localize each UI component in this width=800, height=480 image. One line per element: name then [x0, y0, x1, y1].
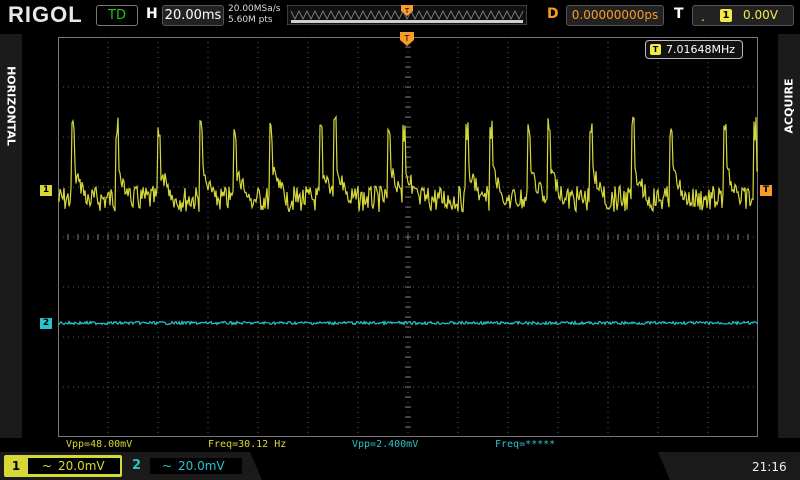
- trigger-source-badge: 1: [720, 9, 732, 22]
- trigger-level-marker[interactable]: T: [760, 185, 772, 196]
- trigger-position-marker-label: T: [404, 34, 410, 43]
- trigger-info[interactable]: ˰ 1 0.00V: [692, 5, 794, 26]
- sample-rate: 20.00MSa/s: [228, 4, 281, 14]
- waveform-display[interactable]: [58, 37, 758, 437]
- run-state-indicator[interactable]: TD: [96, 5, 138, 26]
- ch2-status[interactable]: 2 ~ 20.0mV: [126, 455, 246, 477]
- memory-bar[interactable]: T: [287, 5, 527, 25]
- memory-depth: 5.60M pts: [228, 15, 273, 25]
- timebase-value[interactable]: 20.00ms: [162, 5, 224, 26]
- horizontal-label: H: [146, 6, 158, 22]
- ch2-freq-measurement: Freq=*****: [495, 439, 556, 450]
- counter-icon: T: [650, 44, 661, 55]
- ch1-vpp-measurement: Vpp=48.00mV: [66, 439, 133, 450]
- status-bar-divider: [250, 452, 670, 480]
- acquire-side-label: ACQUIRE: [782, 78, 796, 134]
- acquisition-info: 20.00MSa/s 5.60M pts: [228, 4, 280, 26]
- ch1-freq-measurement: Freq=30.12 Hz: [208, 439, 287, 450]
- ch1-settings: ~ 20.0mV: [28, 458, 120, 474]
- acquire-side-tab[interactable]: ACQUIRE: [778, 34, 800, 438]
- delay-label: D: [547, 6, 559, 22]
- ch1-scale: 20.0mV: [58, 459, 105, 473]
- ch2-scale: 20.0mV: [178, 459, 225, 473]
- trigger-position-marker[interactable]: T: [400, 32, 414, 48]
- horizontal-side-tab[interactable]: HORIZONTAL: [0, 34, 22, 438]
- ch1-offset-marker[interactable]: 1: [40, 185, 52, 196]
- frequency-counter: T 7.01648MHz: [645, 40, 743, 59]
- ch2-waveform: [58, 319, 758, 327]
- rising-edge-icon: ˰: [701, 8, 705, 22]
- memory-trigger-marker-label: T: [404, 7, 410, 15]
- delay-value[interactable]: 0.00000000ps: [566, 5, 664, 26]
- ch2-vpp-measurement: Vpp=2.400mV: [352, 439, 419, 450]
- trigger-level: 0.00V: [743, 8, 778, 22]
- ch2-settings: ~ 20.0mV: [150, 458, 242, 474]
- counter-value: 7.01648MHz: [666, 43, 736, 56]
- ch2-number: 2: [132, 458, 142, 473]
- memory-window: [291, 20, 523, 23]
- ch1-coupling: ~: [42, 459, 53, 473]
- ch1-status[interactable]: 1 ~ 20.0mV: [4, 455, 122, 477]
- rigol-logo: RIGOL: [8, 2, 83, 27]
- ch2-offset-marker[interactable]: 2: [40, 318, 52, 329]
- graticule: [58, 37, 758, 437]
- ch2-coupling: ~: [162, 459, 173, 473]
- ch1-number: 1: [8, 458, 24, 474]
- system-clock: 21:16: [752, 460, 787, 474]
- horizontal-side-label: HORIZONTAL: [4, 66, 18, 146]
- trigger-label: T: [674, 6, 684, 22]
